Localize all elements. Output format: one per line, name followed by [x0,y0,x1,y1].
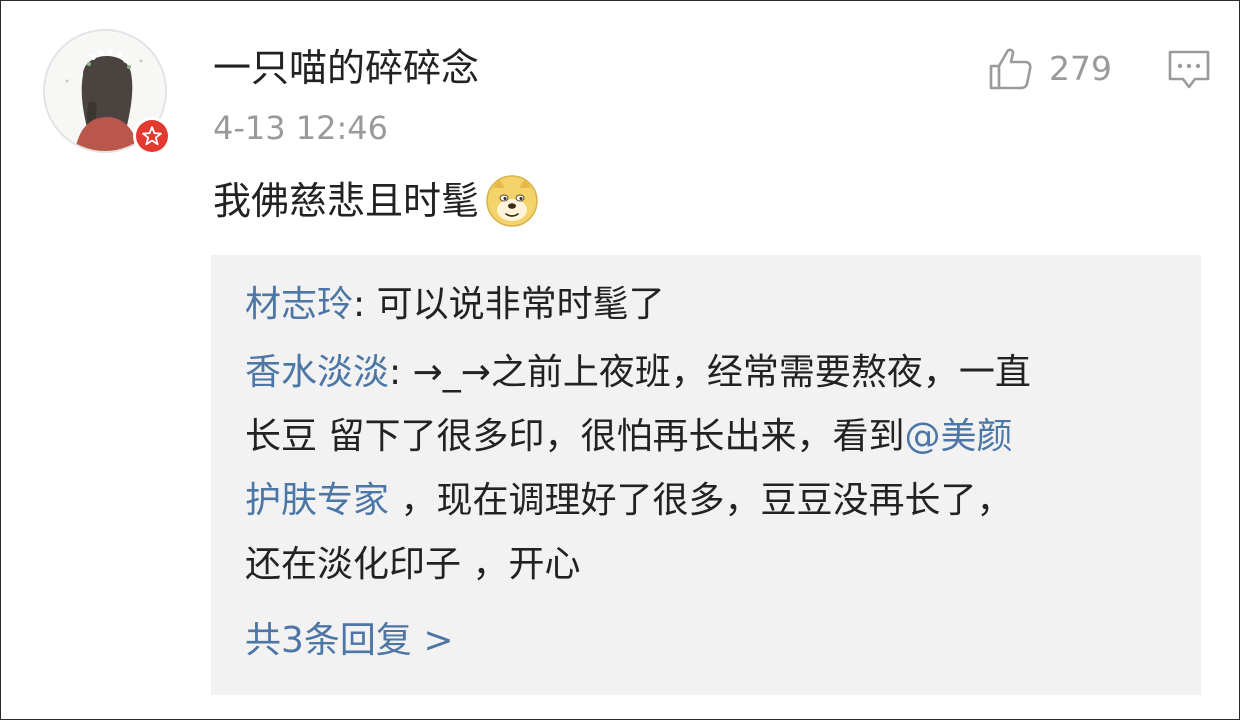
reply-item: 香水淡淡: →_→之前上夜班，经常需要熬夜，一直 [245,341,1031,405]
reply-separator: : [389,352,413,393]
comment-body: 我佛慈悲且时髦 [213,173,539,229]
doge-emoji-icon [486,175,538,227]
reply-text-segment: 还在淡化印子 ，开心 [245,544,581,585]
reply-item: 材志玲: 可以说非常时髦了 [245,273,665,337]
reply-separator: : [353,284,377,325]
reply-username[interactable]: 材志玲 [245,284,353,325]
reply-text-line-1: →_→之前上夜班，经常需要熬夜，一直 [412,352,1031,393]
reply-text: 可以说非常时髦了 [376,284,665,325]
mention-link[interactable]: @美颜 [904,416,1012,457]
like-button[interactable]: 279 [985,43,1112,95]
thumbs-up-icon[interactable] [985,44,1035,94]
reply-text-line-2: 长豆 留下了很多印，很怕再长出来，看到@美颜 [245,405,1012,469]
reply-text-segment: 长豆 留下了很多印，很怕再长出来，看到 [245,416,905,457]
replies-panel: 材志玲: 可以说非常时髦了 香水淡淡: →_→之前上夜班，经常需要熬夜，一直 长… [211,255,1201,695]
reply-username[interactable]: 香水淡淡 [245,352,389,393]
mention-link-continued[interactable]: 护肤专家 [245,480,389,521]
comment-timestamp: 4-13 12:46 [213,109,389,147]
username[interactable]: 一只喵的碎碎念 [213,43,479,93]
comment-bubble-icon[interactable] [1165,45,1213,93]
like-count: 279 [1049,49,1112,88]
comment-card: 一只喵的碎碎念 4-13 12:46 279 我佛慈悲且时髦 材志玲: 可以说非… [0,0,1240,720]
view-all-replies-link[interactable]: 共3条回复 > [245,611,454,671]
reply-text-line-3: 护肤专家 ，现在调理好了很多，豆豆没再长了， [245,469,1012,533]
comment-text: 我佛慈悲且时髦 [213,179,480,223]
avatar-container[interactable] [43,29,171,157]
reply-text-line-4: 还在淡化印子 ，开心 [245,533,580,597]
reply-text-segment: ，现在调理好了很多，豆豆没再长了， [389,480,1013,521]
verified-badge-icon [133,117,171,155]
